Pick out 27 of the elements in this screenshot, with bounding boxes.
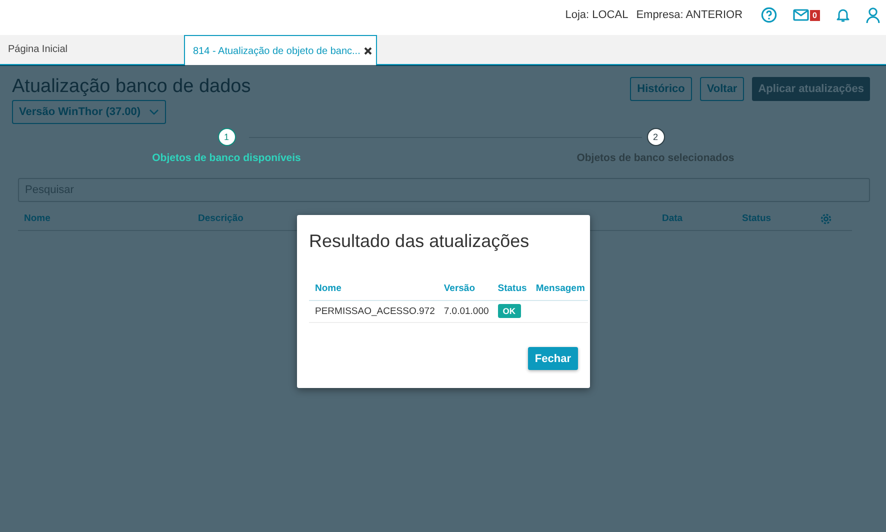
- table-cell: PERMISSAO_ACESSO.972: [309, 300, 438, 322]
- column-header: Versão: [438, 276, 492, 300]
- step-label[interactable]: Objetos de banco disponíveis: [152, 152, 301, 164]
- dialog-title: Resultado das atualizações: [309, 231, 530, 252]
- user-icon[interactable]: [866, 7, 880, 23]
- table-cell: 7.0.01.000: [438, 300, 492, 322]
- tab-label[interactable]: 814 - Atualização de objeto de banc...: [193, 46, 360, 56]
- column-header: Nome: [309, 276, 438, 300]
- store-label: Loja: LOCAL: [565, 9, 628, 21]
- mail-count-badge: 0: [810, 10, 820, 20]
- help-icon[interactable]: [760, 7, 777, 23]
- status-tag: OK: [498, 304, 521, 318]
- page-title: Atualização banco de dados: [12, 76, 251, 98]
- column-header[interactable]: Descrição: [198, 213, 244, 224]
- column-header[interactable]: Data: [662, 213, 683, 224]
- tab[interactable]: 814 - Atualização de objeto de banc...: [184, 35, 377, 66]
- close-icon[interactable]: [364, 47, 372, 55]
- column-header[interactable]: Nome: [24, 213, 50, 224]
- column-header[interactable]: Status: [742, 213, 772, 224]
- company-label: Empresa: ANTERIOR: [636, 9, 743, 21]
- tab-label[interactable]: Página Inicial: [8, 44, 68, 55]
- mail-icon[interactable]: [792, 9, 809, 21]
- bell-icon[interactable]: [836, 7, 850, 23]
- column-header: Mensagem: [530, 276, 588, 300]
- tab[interactable]: Página Inicial: [0, 35, 184, 64]
- column-header: Status: [492, 276, 530, 300]
- close-button[interactable]: Fechar: [528, 347, 578, 370]
